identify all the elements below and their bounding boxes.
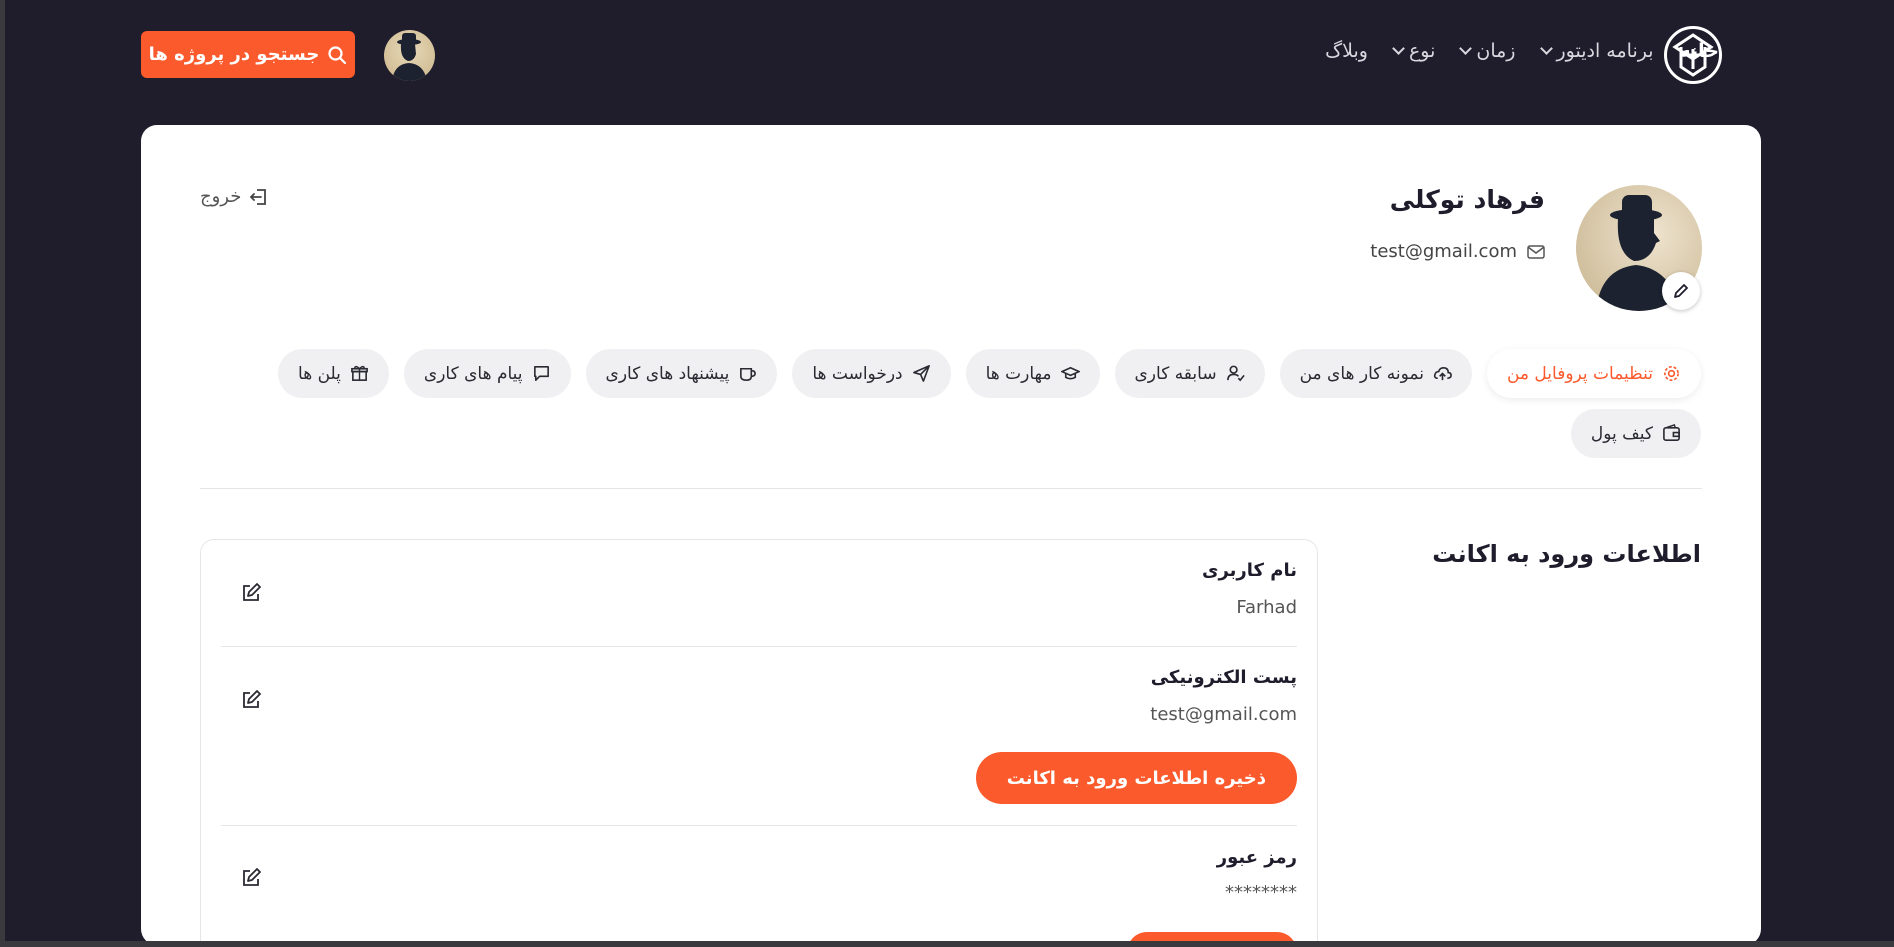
email-value: test@gmail.com: [1150, 704, 1297, 725]
password-value: ********: [1225, 882, 1297, 903]
logout-link[interactable]: خروج: [200, 186, 269, 207]
avatar-edit-button[interactable]: [1662, 272, 1700, 310]
tab-label: پلن ها: [298, 363, 341, 384]
user-silhouette-icon: [392, 33, 427, 81]
mail-icon: [1527, 244, 1545, 259]
user-check-icon: [1226, 365, 1245, 382]
nav-item-label: وبلاگ: [1325, 40, 1368, 62]
field-divider: [221, 825, 1297, 826]
chevron-down-icon: [1459, 42, 1473, 55]
nav-item-3[interactable]: نوع: [1392, 40, 1436, 62]
field-divider: [221, 646, 1297, 647]
send-icon: [912, 365, 930, 382]
tab-gear[interactable]: تنظیمات پروفایل من: [1486, 349, 1701, 398]
nav-item-label: برنامه ادیتور: [1556, 40, 1654, 62]
profile-tabs: تنظیمات پروفایل من نمونه کار های من سابقه …: [278, 349, 1701, 398]
chevron-down-icon: [1539, 42, 1553, 55]
email-field: پست الکترونیکی test@gmail.com ذخیره اطلا…: [221, 667, 1297, 827]
logout-icon: [250, 188, 267, 205]
username-field: نام کاربری Farhad: [221, 560, 1297, 650]
window-edge-bottom: [0, 941, 1894, 947]
graduation-cap-icon: [1060, 366, 1080, 380]
main-nav: خانه برنامه ادیتور زمان نوع وبلاگ: [1325, 40, 1719, 62]
gear-icon: [1664, 366, 1679, 381]
cloud-upload-icon: [1433, 366, 1452, 381]
tab-label: پیام های کاری: [423, 363, 523, 384]
logout-label: خروج: [200, 186, 242, 207]
tab-label: نمونه کار های من: [1299, 363, 1424, 384]
tab-cloud-upload[interactable]: نمونه کار های من: [1279, 349, 1472, 398]
nav-item-label: زمان: [1476, 40, 1516, 62]
tab-wallet[interactable]: کیف پول: [1570, 409, 1701, 458]
email-label: پست الکترونیکی: [1150, 667, 1297, 688]
nav-item-label: خانه: [1679, 40, 1719, 62]
username-value: Farhad: [1236, 597, 1297, 618]
tab-gift[interactable]: پلن ها: [278, 349, 389, 398]
tab-label: مهارت ها: [985, 363, 1052, 384]
nav-item-1[interactable]: برنامه ادیتور: [1539, 40, 1654, 62]
message-icon: [533, 366, 549, 381]
tab-send[interactable]: درخواست ها: [792, 349, 951, 398]
top-header: خانه برنامه ادیتور زمان نوع وبلاگ جستجو در پ…: [0, 0, 1894, 110]
search-icon: [328, 45, 347, 64]
edit-icon[interactable]: [240, 867, 262, 889]
tab-label: تنظیمات پروفایل من: [1506, 363, 1653, 384]
tab-cup[interactable]: پیشنهاد های کاری: [585, 349, 778, 398]
tab-user-check[interactable]: سابقه کاری: [1114, 349, 1265, 398]
section-divider: [200, 488, 1702, 489]
nav-item-label: نوع: [1408, 40, 1436, 62]
gift-icon: [350, 365, 368, 381]
search-button-label: جستجو در پروژه ها: [148, 44, 320, 65]
edit-icon[interactable]: [240, 689, 262, 711]
tab-graduation-cap[interactable]: مهارت ها: [965, 349, 1100, 398]
chevron-down-icon: [1392, 42, 1405, 55]
account-section-title: اطلاعات ورود به اکانت: [1432, 540, 1701, 568]
wallet-icon: [1663, 424, 1680, 441]
profile-email-text: test@gmail.com: [1370, 241, 1517, 262]
header-avatar[interactable]: [384, 30, 435, 81]
tab-label: سابقه کاری: [1134, 363, 1217, 384]
nav-item-0[interactable]: خانه: [1680, 40, 1719, 62]
tab-message[interactable]: پیام های کاری: [403, 349, 571, 398]
profile-tabs-row2: کیف پول: [1570, 409, 1701, 458]
save-account-button[interactable]: ذخیره اطلاعات ورود به اکانت: [975, 752, 1297, 804]
nav-item-2[interactable]: زمان: [1459, 40, 1516, 62]
password-field: رمز عبور ********: [221, 847, 1297, 947]
pencil-icon: [1674, 284, 1688, 298]
profile-email: test@gmail.com: [1370, 241, 1545, 262]
tab-label: کیف پول: [1590, 423, 1653, 444]
profile-name: فرهاد توکلی: [1389, 185, 1545, 214]
nav-item-4[interactable]: وبلاگ: [1325, 40, 1368, 62]
cup-icon: [740, 367, 757, 381]
edit-icon[interactable]: [240, 582, 262, 604]
password-label: رمز عبور: [1216, 847, 1297, 868]
username-label: نام کاربری: [1201, 560, 1297, 581]
tab-label: پیشنهاد های کاری: [605, 363, 730, 384]
window-edge: [0, 0, 5, 947]
search-projects-button[interactable]: جستجو در پروژه ها: [141, 31, 355, 78]
tab-label: درخواست ها: [812, 363, 903, 384]
